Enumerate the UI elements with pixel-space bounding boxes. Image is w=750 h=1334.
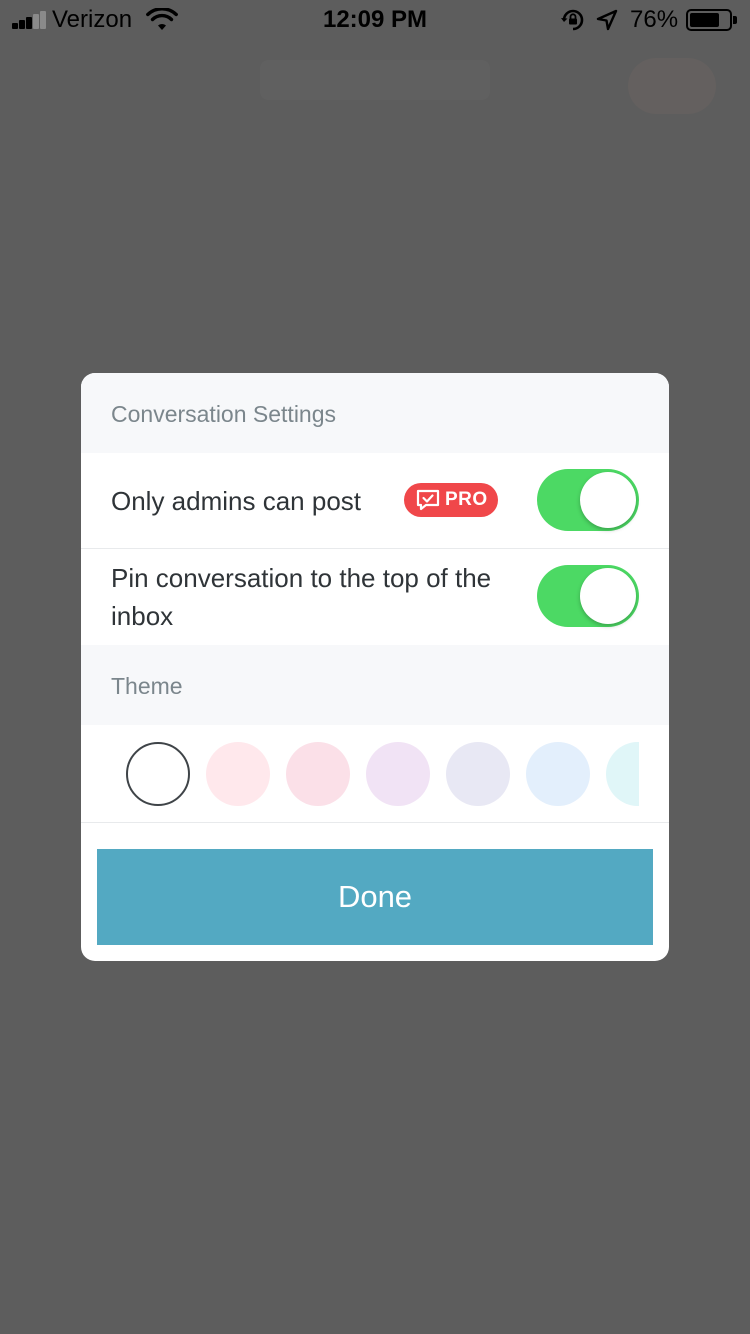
setting-label-admins-only: Only admins can post [111, 486, 362, 516]
pro-badge-label: PRO [445, 489, 488, 510]
conversation-settings-dialog: Conversation Settings Only admins can po… [81, 373, 669, 961]
pro-badge: PRO [404, 483, 498, 517]
setting-row-pin-conversation: Pin conversation to the top of the inbox [81, 549, 669, 645]
background-header-action [628, 58, 716, 114]
pin-conversation-toggle[interactable] [537, 565, 639, 627]
theme-swatch-selected[interactable] [126, 742, 190, 806]
theme-section-header: Theme [81, 645, 669, 725]
status-bar: Verizon 12:09 PM 76% [0, 0, 750, 40]
theme-section-title: Theme [111, 673, 183, 699]
theme-swatch[interactable] [526, 742, 590, 806]
chat-check-icon [416, 489, 440, 511]
done-button[interactable]: Done [97, 849, 653, 945]
location-arrow-icon [596, 9, 618, 31]
theme-swatch-list [125, 741, 639, 807]
settings-section-header: Conversation Settings [81, 373, 669, 453]
battery-icon [686, 9, 737, 31]
row-divider [81, 822, 669, 823]
admins-only-toggle[interactable] [537, 469, 639, 531]
setting-label-pin-conversation: Pin conversation to the top of the inbox [111, 563, 492, 631]
battery-percentage: 76% [630, 6, 679, 33]
theme-swatch[interactable] [606, 742, 639, 806]
background-header-title [260, 60, 490, 100]
theme-swatch[interactable] [206, 742, 270, 806]
toggle-knob [580, 472, 636, 528]
toggle-knob [580, 568, 636, 624]
rotation-lock-icon [561, 9, 584, 31]
theme-swatch[interactable] [446, 742, 510, 806]
theme-swatch-strip[interactable] [81, 725, 669, 821]
theme-swatch[interactable] [286, 742, 350, 806]
settings-section-title: Conversation Settings [111, 401, 337, 427]
setting-row-admins-only: Only admins can post PRO [81, 453, 669, 549]
theme-swatch[interactable] [366, 742, 430, 806]
